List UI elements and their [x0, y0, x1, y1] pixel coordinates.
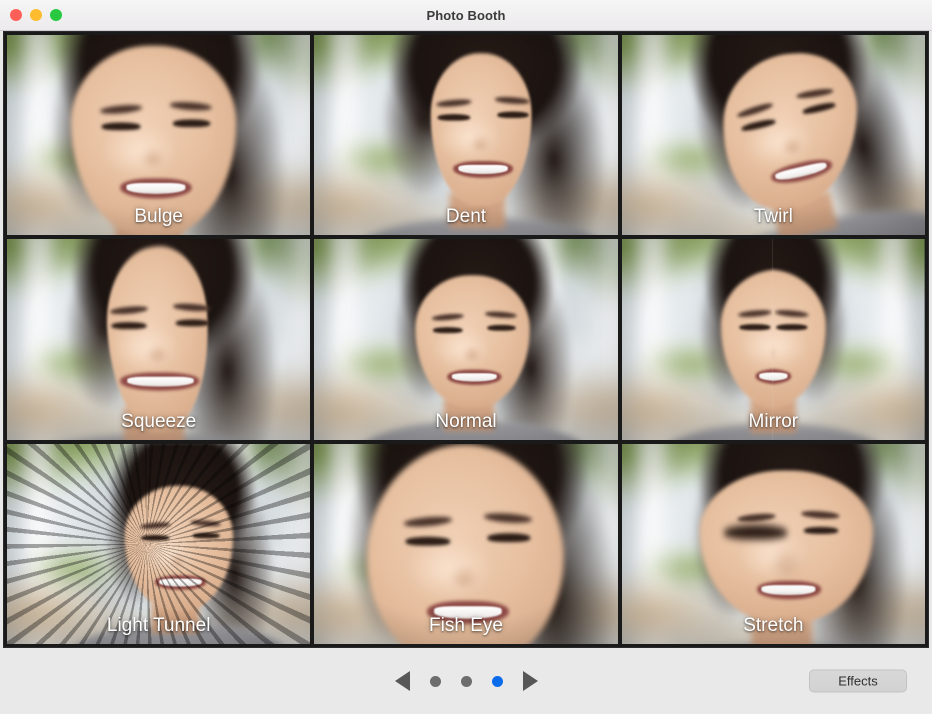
- photo-thumbnail: [314, 239, 617, 439]
- subject-eye-left: [777, 325, 807, 330]
- photo-thumbnail: [622, 239, 925, 439]
- photo-thumbnail: [314, 444, 617, 644]
- subject-cheek: [102, 123, 177, 179]
- photo-thumbnail: [7, 239, 310, 439]
- triangle-left-icon[interactable]: [395, 671, 410, 691]
- maximize-window-icon[interactable]: [50, 9, 62, 21]
- subject-eye-left: [739, 325, 769, 330]
- photo-subject: [622, 239, 774, 439]
- traffic-light-group: [10, 9, 62, 21]
- photo-mirror-right-half: [773, 239, 925, 439]
- effect-cell-stretch[interactable]: Stretch: [622, 444, 925, 644]
- effects-grid-area: BulgeDentTwirl SqueezeNormalMirror Light T…: [0, 31, 932, 648]
- minimize-window-icon[interactable]: [30, 9, 42, 21]
- bottom-toolbar: Effects: [0, 648, 932, 714]
- subject-eye-left: [102, 123, 140, 130]
- subject-eye-right: [803, 527, 837, 533]
- effect-cell-fisheye[interactable]: Fish Eye: [314, 444, 617, 644]
- subject-cheek: [438, 114, 501, 161]
- subject-teeth: [459, 164, 508, 173]
- page-navigation: [395, 671, 538, 691]
- photo-subject: [773, 239, 925, 439]
- subject-eye-left: [407, 537, 450, 545]
- subject-eye-left: [142, 535, 169, 540]
- subject-eye-left: [438, 114, 470, 120]
- subject-teeth: [127, 182, 185, 193]
- page-dot-1[interactable]: [430, 676, 441, 687]
- page-dot-2[interactable]: [461, 676, 472, 687]
- triangle-right-icon[interactable]: [523, 671, 538, 691]
- effect-cell-twirl[interactable]: Twirl: [622, 35, 925, 235]
- page-dot-3[interactable]: [492, 676, 503, 687]
- effect-cell-squeeze[interactable]: Squeeze: [7, 239, 310, 439]
- photo-mirror-left-half: [622, 239, 774, 439]
- effects-button[interactable]: Effects: [809, 670, 907, 693]
- subject-eye-left: [112, 323, 146, 329]
- subject-teeth: [160, 578, 202, 586]
- photo-subject: [314, 35, 617, 235]
- subject-eye-right: [173, 120, 211, 127]
- subject-cheek: [407, 537, 493, 601]
- subject-teeth: [762, 584, 815, 594]
- subject-nose: [767, 546, 803, 577]
- photo-subject: [622, 35, 925, 235]
- close-window-icon[interactable]: [10, 9, 22, 21]
- photo-subject: [314, 444, 617, 644]
- photo-thumbnail: [314, 35, 617, 235]
- effect-cell-bulge[interactable]: Bulge: [7, 35, 310, 235]
- subject-nose: [169, 553, 188, 566]
- photo-thumbnail: [622, 35, 925, 235]
- subject-eye-right: [498, 112, 530, 118]
- window-titlebar: Photo Booth: [0, 0, 932, 31]
- subject-eye-right: [487, 325, 516, 330]
- effects-grid: BulgeDentTwirl SqueezeNormalMirror Light T…: [3, 31, 929, 648]
- subject-teeth: [453, 373, 497, 381]
- photo-subject: [7, 239, 310, 439]
- subject-eye-right: [488, 533, 531, 541]
- subject-teeth: [435, 605, 502, 618]
- photo-thumbnail: [7, 444, 310, 644]
- subject-eye-right: [176, 320, 210, 326]
- photo-thumbnail: [622, 444, 925, 644]
- effect-cell-mirror[interactable]: Mirror: [622, 239, 925, 439]
- photo-thumbnail: [7, 35, 310, 235]
- effect-cell-lighttunnel[interactable]: Light Tunnel: [7, 444, 310, 644]
- photo-subject: [622, 444, 925, 644]
- subject-eye-left: [434, 328, 463, 333]
- photo-booth-window: Photo Booth BulgeDentTwirl SqueezeNormalM…: [0, 0, 932, 714]
- window-title: Photo Booth: [0, 0, 932, 31]
- subject-eye-right: [193, 533, 220, 538]
- subject-cheek: [142, 535, 196, 575]
- photo-subject: [7, 444, 310, 644]
- photo-subject: [314, 239, 617, 439]
- photo-subject: [7, 35, 310, 235]
- effect-cell-normal[interactable]: Normal: [314, 239, 617, 439]
- effect-cell-dent[interactable]: Dent: [314, 35, 617, 235]
